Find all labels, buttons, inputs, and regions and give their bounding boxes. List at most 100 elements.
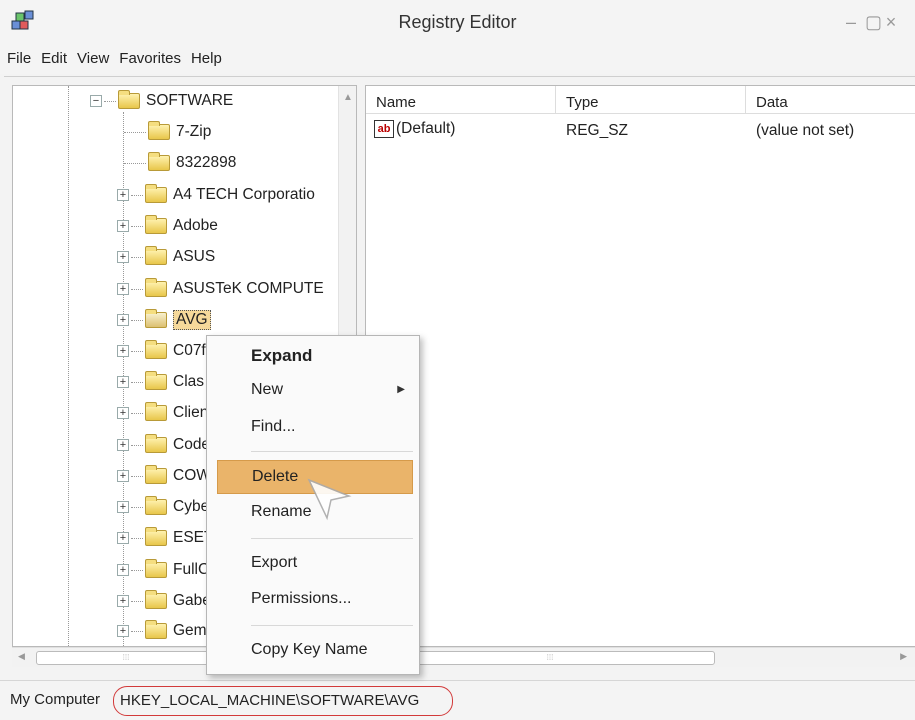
expand-icon[interactable]: + (117, 532, 129, 544)
tree-item-asustek[interactable]: + ASUSTeK COMPUTE (117, 274, 324, 304)
expand-icon[interactable]: + (117, 407, 129, 419)
minimize-button[interactable]: – (845, 12, 865, 33)
tree-item-c07f[interactable]: + C07f (117, 336, 206, 366)
expand-icon[interactable]: + (117, 189, 129, 201)
scroll-up-icon[interactable]: ▲ (343, 92, 353, 103)
tree-item-label: Clien (173, 404, 209, 421)
folder-icon (145, 371, 167, 390)
folder-icon (145, 215, 167, 234)
expand-icon[interactable]: + (117, 314, 129, 326)
tree-item-clien[interactable]: + Clien (117, 398, 208, 428)
tree-item-label: Clas (173, 373, 205, 390)
tree-item-fullc[interactable]: + FullC (117, 555, 209, 585)
tree-item-code[interactable]: + Code (117, 430, 210, 460)
submenu-arrow-icon: ▶ (397, 384, 405, 395)
scroll-left-icon[interactable]: ◀ (18, 651, 25, 662)
tree-item-label: Code (173, 436, 211, 453)
value-name: (Default) (396, 120, 456, 138)
folder-icon (145, 246, 167, 265)
menu-item-find[interactable]: Find... (217, 411, 413, 445)
panes: − SOFTWARE 7-Zip 8322898 + A4 TECH Corpora… (4, 76, 915, 667)
menu-separator (251, 451, 413, 452)
menu-file[interactable]: File (0, 44, 34, 67)
menu-help[interactable]: Help (184, 44, 225, 67)
tree-item-label-selected: AVG (173, 310, 211, 330)
column-header-data[interactable]: Data (746, 86, 915, 114)
tree-item-label: FullC (173, 561, 210, 578)
tree-item-avg[interactable]: + AVG (117, 305, 211, 335)
tree-item-clas[interactable]: + Clas (117, 367, 204, 397)
expand-icon[interactable]: + (117, 345, 129, 357)
menu-item-copy-key-name[interactable]: Copy Key Name (217, 634, 413, 668)
tree-item-8322898[interactable]: 8322898 (124, 148, 236, 178)
mouse-pointer-icon (307, 478, 352, 521)
folder-icon (145, 402, 167, 421)
tree-item-asus[interactable]: + ASUS (117, 242, 215, 272)
list-horizontal-scrollbar[interactable]: ⁞⁞⁞ ▶ (365, 647, 915, 667)
scroll-thumb[interactable]: ⁞⁞⁞ (36, 651, 216, 665)
tree-item-label: ASUSTeK COMPUTE (173, 280, 324, 297)
tree-item-a4tech[interactable]: + A4 TECH Corporatio (117, 180, 315, 210)
column-header-name[interactable]: Name (366, 86, 556, 114)
value-data: (value not set) (756, 122, 855, 139)
folder-icon (145, 559, 167, 578)
scroll-right-icon[interactable]: ▶ (900, 651, 907, 662)
tree-item-cybe[interactable]: + Cybe (117, 492, 209, 522)
scroll-thumb[interactable]: ⁞⁞⁞ (385, 651, 715, 665)
folder-icon (145, 620, 167, 639)
tree-item-label: Adobe (173, 217, 218, 234)
value-list[interactable]: Name Type Data ab (Default) REG_SZ (value… (365, 85, 915, 647)
tree-item-7-zip[interactable]: 7-Zip (124, 117, 211, 147)
expand-icon[interactable]: + (117, 470, 129, 482)
folder-icon (145, 184, 167, 203)
title-bar: Registry Editor –▢× (0, 0, 915, 44)
tree-item-software[interactable]: − SOFTWARE (90, 86, 233, 116)
expand-icon[interactable]: + (117, 564, 129, 576)
tree-line (68, 86, 69, 646)
menu-favorites[interactable]: Favorites (112, 44, 184, 67)
tree-item-label: 8322898 (176, 154, 237, 171)
menu-view[interactable]: View (70, 44, 112, 67)
tree-item-gabe[interactable]: + Gabe (117, 586, 211, 616)
list-row[interactable]: ab (Default) REG_SZ (value not set) (366, 116, 915, 144)
folder-icon (145, 527, 167, 546)
folder-icon (148, 121, 170, 140)
tree-item-adobe[interactable]: + Adobe (117, 211, 218, 241)
menu-item-permissions[interactable]: Permissions... (217, 583, 413, 617)
tree-item-gem[interactable]: + Gem (117, 616, 207, 646)
status-path: HKEY_LOCAL_MACHINE\SOFTWARE\AVG (113, 686, 453, 716)
folder-icon (148, 152, 170, 171)
tree-item-label: SOFTWARE (146, 92, 234, 109)
maximize-button[interactable]: ▢ (865, 12, 885, 33)
tree-item-eset[interactable]: + ESET (117, 523, 213, 553)
folder-icon (145, 465, 167, 484)
menu-separator (251, 625, 413, 626)
expand-icon[interactable]: + (117, 595, 129, 607)
expand-icon[interactable]: + (117, 251, 129, 263)
folder-icon (145, 496, 167, 515)
menu-edit[interactable]: Edit (34, 44, 70, 67)
expand-icon[interactable]: + (117, 283, 129, 295)
tree-item-cow[interactable]: + COW (117, 461, 211, 491)
menu-item-new[interactable]: New ▶ (217, 374, 413, 408)
expand-icon[interactable]: + (117, 220, 129, 232)
window-title: Registry Editor (398, 12, 517, 32)
close-button[interactable]: × (885, 12, 905, 33)
tree-item-label: C07f (173, 342, 206, 359)
menu-item-export[interactable]: Export (217, 547, 413, 581)
expand-icon[interactable]: + (117, 439, 129, 451)
column-header-type[interactable]: Type (556, 86, 746, 114)
expand-icon[interactable]: + (117, 625, 129, 637)
status-bar: My Computer HKEY_LOCAL_MACHINE\SOFTWARE\… (0, 680, 915, 720)
expand-icon[interactable]: + (117, 501, 129, 513)
tree-item-label: A4 TECH Corporatio (173, 186, 315, 203)
value-name-cell: ab (Default) (374, 120, 455, 138)
expand-icon[interactable]: + (117, 376, 129, 388)
string-value-icon: ab (374, 120, 394, 138)
folder-icon (145, 340, 167, 359)
collapse-icon[interactable]: − (90, 95, 102, 107)
tree-item-label: Cybe (173, 498, 210, 515)
open-folder-icon (145, 309, 167, 328)
menu-item-expand[interactable]: Expand (217, 339, 413, 373)
folder-icon (145, 434, 167, 453)
